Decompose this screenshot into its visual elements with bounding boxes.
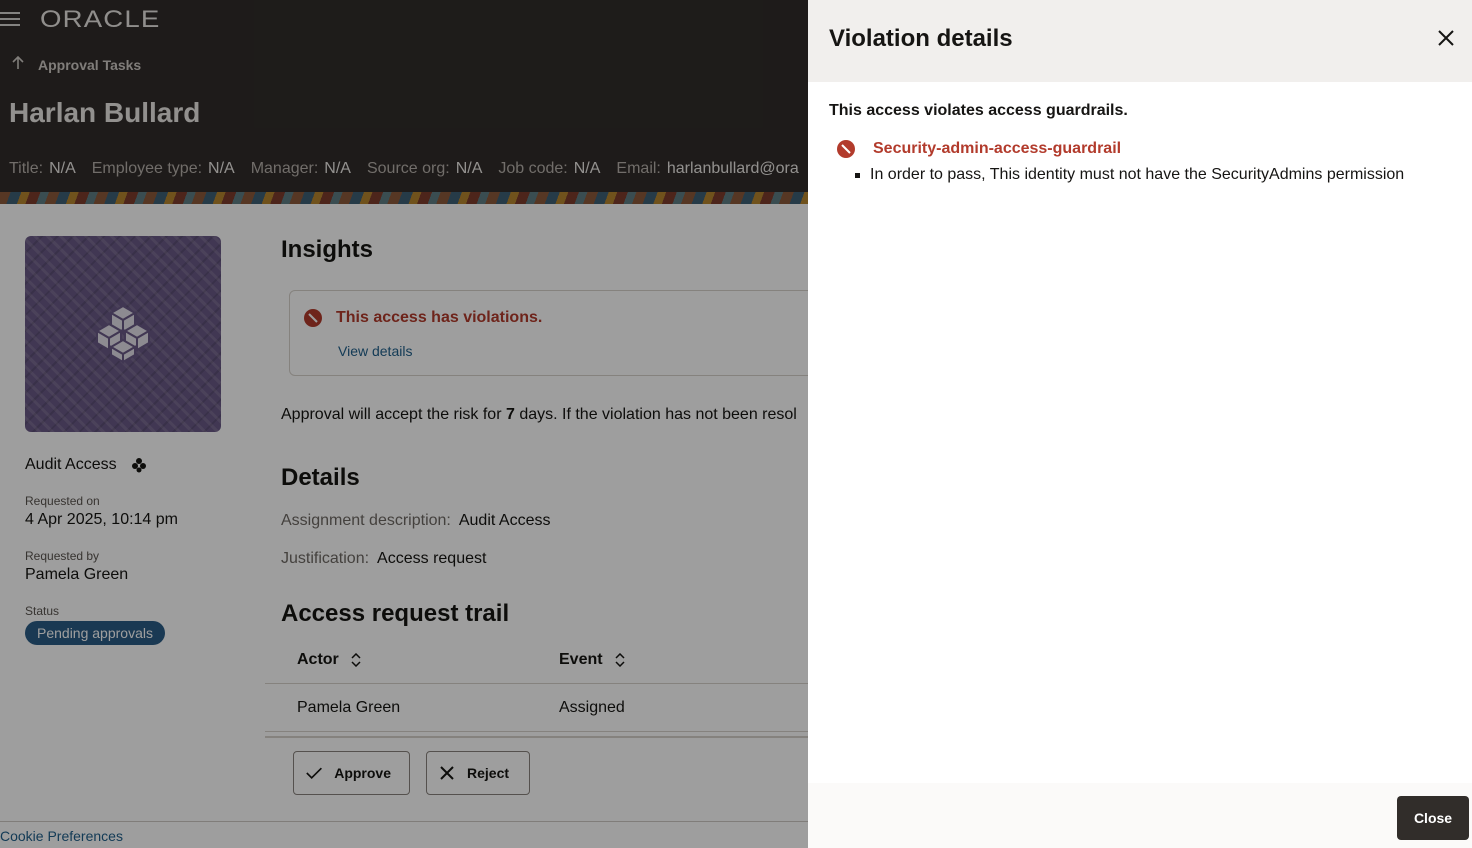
violation-item: Security-admin-access-guardrail xyxy=(837,140,1451,158)
violation-details-drawer: Violation details This access violates a… xyxy=(808,0,1472,848)
close-icon[interactable] xyxy=(1436,28,1456,48)
drawer-header: Violation details xyxy=(808,0,1472,82)
violation-name: Security-admin-access-guardrail xyxy=(873,140,1122,157)
bullet-icon xyxy=(855,172,860,178)
error-icon xyxy=(837,140,855,158)
close-button[interactable]: Close xyxy=(1397,796,1469,840)
violation-lead: This access violates access guardrails. xyxy=(829,102,1128,119)
modal-overlay[interactable] xyxy=(0,0,808,848)
drawer-title: Violation details xyxy=(829,25,1013,52)
drawer-footer: Close xyxy=(808,783,1472,848)
drawer-body: This access violates access guardrails. … xyxy=(808,82,1472,204)
violation-detail: In order to pass, This identity must not… xyxy=(855,166,1451,184)
